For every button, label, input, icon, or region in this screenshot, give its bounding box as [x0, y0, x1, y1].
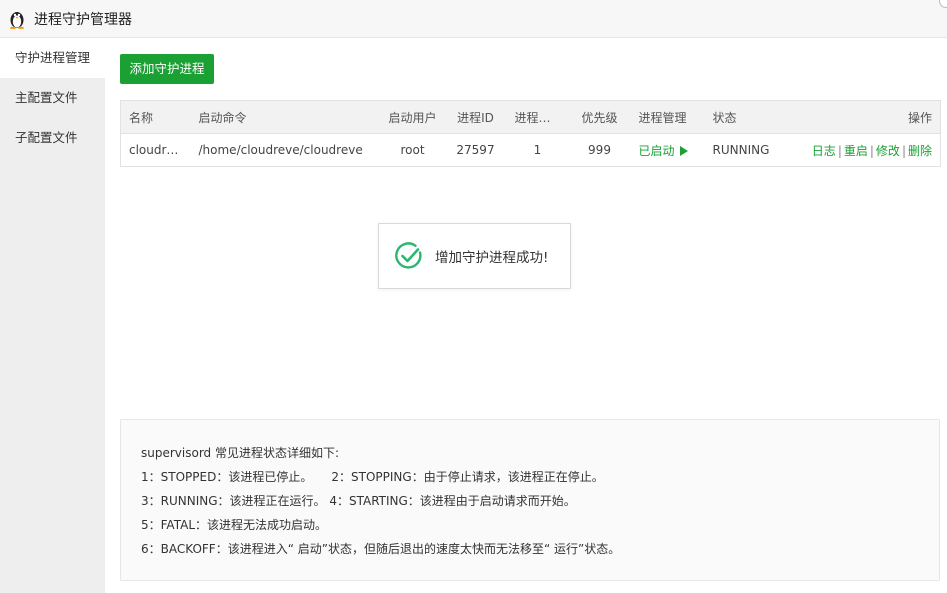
table-row: cloudr… /home/cloudreve/cloudreve root 2…	[121, 134, 941, 167]
status-info-panel: supervisord 常见进程状态详细如下: 1：STOPPED：该进程已停止…	[120, 419, 940, 581]
sidebar: 守护进程管理 主配置文件 子配置文件	[0, 38, 105, 593]
cell-status: RUNNING	[712, 143, 770, 157]
manage-status-label: 已启动	[638, 143, 675, 158]
main-content: 添加守护进程 名称 启动命令 启动用户 进程ID 进程数量 优先级 进程管理 状…	[105, 38, 947, 593]
delete-link[interactable]: 删除	[908, 144, 932, 158]
restart-link[interactable]: 重启	[844, 144, 868, 158]
cell-ops: 日志 | 重启 | 修改 | 删除	[785, 134, 941, 167]
header-count: 进程数量	[506, 100, 569, 134]
cell-user: root	[400, 143, 425, 157]
info-line: supervisord 常见进程状态详细如下:	[141, 446, 340, 460]
check-circle-icon	[395, 242, 422, 269]
info-line: 3：RUNNING：该进程正在运行。 4：STARTING：该进程由于启动请求而…	[141, 494, 576, 508]
window-corner-control[interactable]	[939, 0, 947, 8]
sidebar-item-process-management[interactable]: 守护进程管理	[0, 38, 105, 78]
ops-separator: |	[869, 143, 874, 158]
cell-priority: 999	[588, 143, 611, 157]
header-priority: 优先级	[568, 100, 631, 134]
cell-command: /home/cloudreve/cloudreve	[198, 143, 363, 157]
success-toast: 增加守护进程成功!	[378, 223, 571, 289]
app-title: 进程守护管理器	[34, 11, 132, 28]
ops-separator: |	[901, 143, 906, 158]
cell-count: 1	[533, 143, 542, 157]
edit-link[interactable]: 修改	[876, 144, 900, 158]
process-table: 名称 启动命令 启动用户 进程ID 进程数量 优先级 进程管理 状态 操作 cl…	[120, 100, 941, 167]
cell-manage[interactable]: 已启动	[631, 134, 705, 167]
cell-pid: 27597	[456, 143, 495, 157]
log-link[interactable]: 日志	[812, 144, 836, 158]
add-process-button[interactable]: 添加守护进程	[120, 54, 214, 84]
info-line: 1：STOPPED：该进程已停止。 2：STOPPING：由于停止请求，该进程正…	[141, 470, 604, 484]
header-manage: 进程管理	[630, 100, 705, 134]
ops-separator: |	[837, 143, 842, 158]
header-pid: 进程ID	[444, 100, 507, 134]
header-ops: 操作	[784, 100, 941, 134]
info-line: 5：FATAL：该进程无法成功启动。	[141, 518, 328, 532]
play-icon[interactable]	[679, 145, 688, 156]
header-name: 名称	[120, 100, 191, 134]
penguin-icon	[10, 11, 24, 29]
sidebar-item-main-config[interactable]: 主配置文件	[0, 78, 105, 118]
header-status: 状态	[704, 100, 785, 134]
info-line: 6：BACKOFF：该进程进入“ 启动”状态，但随后退出的速度太快而无法移至“ …	[141, 542, 621, 556]
table-header-row: 名称 启动命令 启动用户 进程ID 进程数量 优先级 进程管理 状态 操作	[120, 100, 941, 134]
sidebar-item-sub-config[interactable]: 子配置文件	[0, 118, 105, 158]
cell-name: cloudr…	[129, 143, 179, 157]
header-command: 启动命令	[190, 100, 381, 134]
title-bar: 进程守护管理器	[0, 0, 947, 38]
header-user: 启动用户	[380, 100, 445, 134]
toast-message: 增加守护进程成功!	[435, 250, 549, 266]
